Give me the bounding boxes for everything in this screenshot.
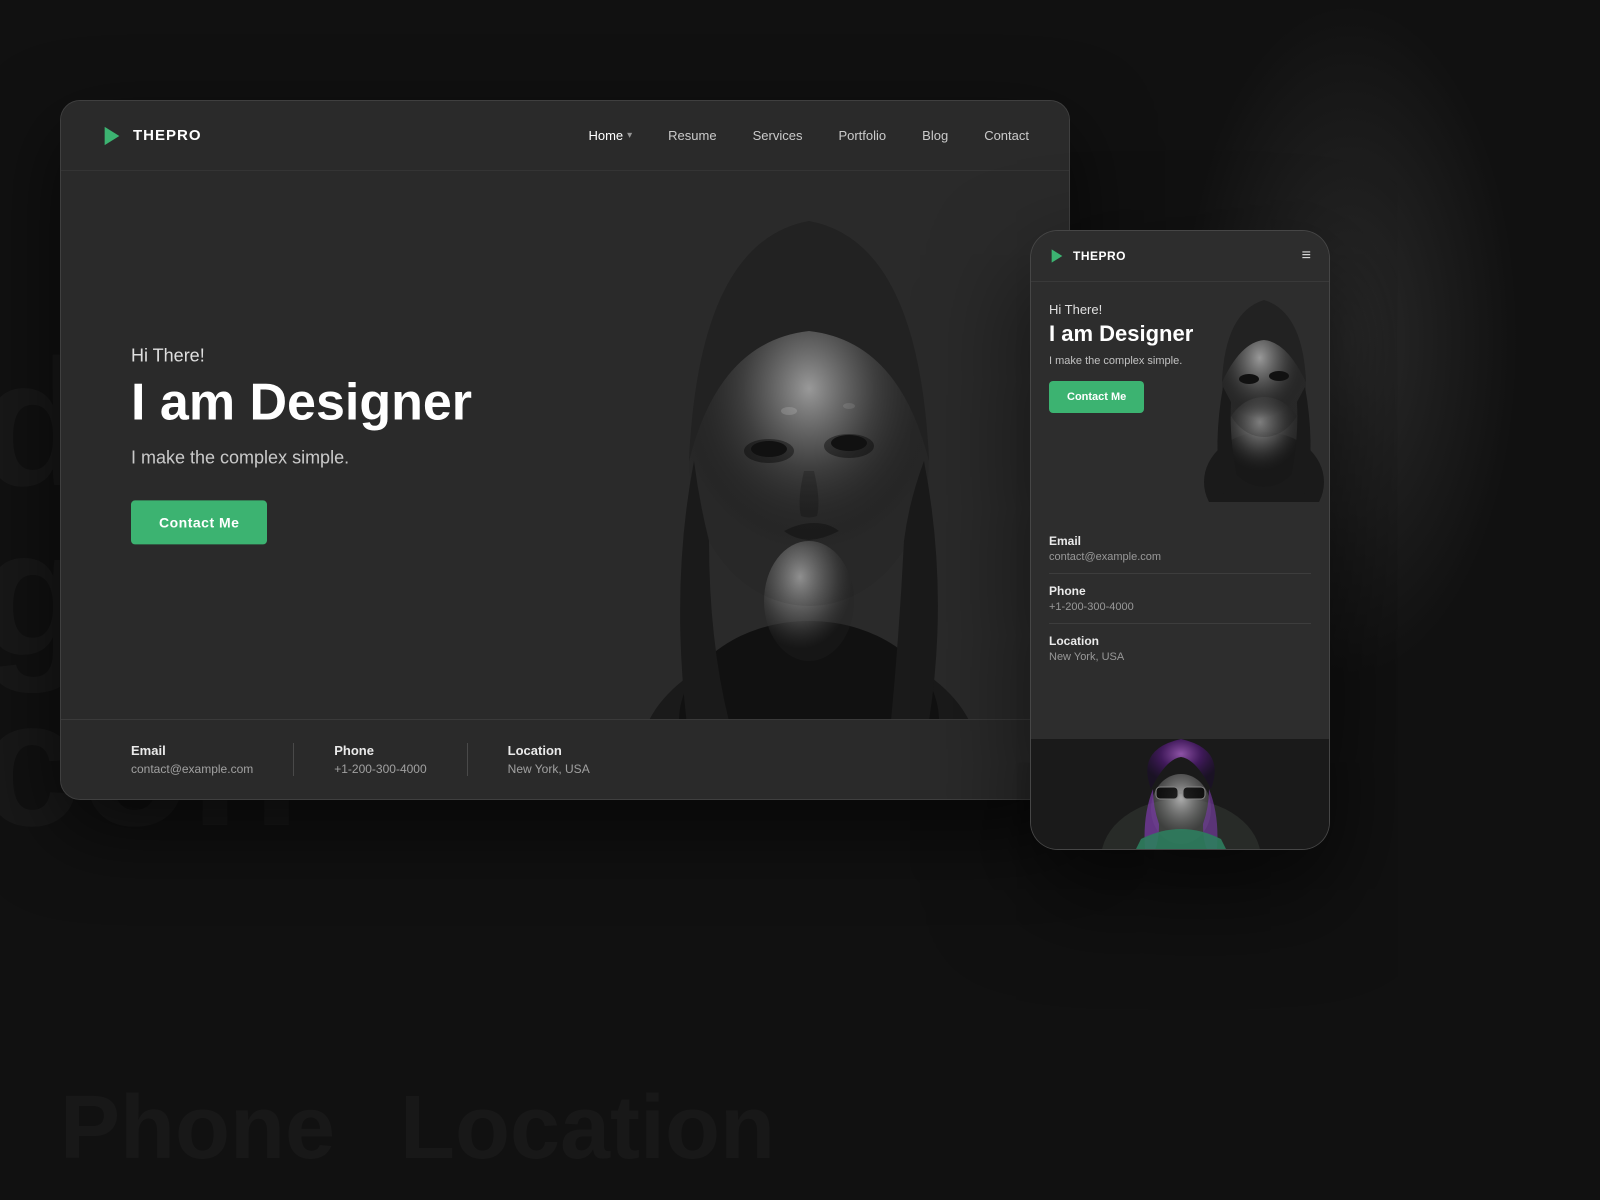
nav-link-blog[interactable]: Blog — [922, 128, 948, 143]
nav-link-home[interactable]: Home ▾ — [588, 128, 632, 143]
mobile-subline: I make the complex simple. — [1049, 355, 1311, 367]
mobile-bottom-image — [1031, 739, 1329, 849]
desktop-logo: THEPRO — [101, 125, 202, 147]
mobile-logo: THEPRO — [1049, 248, 1126, 264]
desktop-greeting: Hi There! — [131, 345, 472, 366]
footer-phone-label: Phone — [334, 743, 426, 758]
mobile-location-row: Location New York, USA — [1049, 624, 1311, 673]
mobile-mockup: THEPRO ≡ — [1030, 230, 1330, 850]
mobile-logo-icon — [1049, 248, 1065, 264]
mobile-navbar: THEPRO ≡ — [1031, 231, 1329, 282]
desktop-logo-text: THEPRO — [133, 127, 202, 144]
desktop-hero-image — [549, 171, 1069, 719]
footer-location-value: New York, USA — [508, 762, 590, 776]
mobile-email-row: Email contact@example.com — [1049, 524, 1311, 574]
desktop-hero-content: Hi There! I am Designer I make the compl… — [131, 345, 472, 544]
footer-phone-item: Phone +1-200-300-4000 — [334, 743, 467, 776]
desktop-mockup: THEPRO Home ▾ Resume Services Portfolio … — [60, 100, 1070, 800]
desktop-contact-button[interactable]: Contact Me — [131, 501, 267, 545]
mobile-logo-text: THEPRO — [1073, 249, 1126, 263]
mobile-hero-section: Hi There! I am Designer I make the compl… — [1031, 282, 1329, 512]
mobile-email-label: Email — [1049, 534, 1311, 548]
footer-location-item: Location New York, USA — [508, 743, 630, 776]
desktop-hero-section: Hi There! I am Designer I make the compl… — [61, 171, 1069, 719]
desktop-navbar: THEPRO Home ▾ Resume Services Portfolio … — [61, 101, 1069, 171]
mobile-email-value: contact@example.com — [1049, 551, 1311, 563]
mobile-hero-content: Hi There! I am Designer I make the compl… — [1049, 302, 1311, 413]
hamburger-menu-icon[interactable]: ≡ — [1302, 247, 1311, 265]
nav-link-resume[interactable]: Resume — [668, 128, 716, 143]
logo-icon — [101, 125, 123, 147]
mobile-location-value: New York, USA — [1049, 651, 1311, 663]
nav-link-services[interactable]: Services — [753, 128, 803, 143]
mobile-phone-label: Phone — [1049, 584, 1311, 598]
mobile-phone-row: Phone +1-200-300-4000 — [1049, 574, 1311, 624]
footer-email-label: Email — [131, 743, 253, 758]
nav-link-contact[interactable]: Contact — [984, 128, 1029, 143]
desktop-headline: I am Designer — [131, 374, 472, 431]
nav-link-portfolio[interactable]: Portfolio — [838, 128, 886, 143]
footer-phone-value: +1-200-300-4000 — [334, 762, 426, 776]
footer-email-value: contact@example.com — [131, 762, 253, 776]
dropdown-arrow-home: ▾ — [627, 130, 632, 141]
mobile-contact-button[interactable]: Contact Me — [1049, 381, 1144, 413]
mobile-headline: I am Designer — [1049, 321, 1311, 347]
desktop-footer-info: Email contact@example.com Phone +1-200-3… — [61, 719, 1069, 799]
footer-location-label: Location — [508, 743, 590, 758]
mobile-greeting: Hi There! — [1049, 302, 1311, 317]
footer-email-item: Email contact@example.com — [131, 743, 294, 776]
desktop-nav-links: Home ▾ Resume Services Portfolio Blog Co… — [588, 128, 1029, 143]
desktop-subline: I make the complex simple. — [131, 448, 472, 469]
mobile-phone-value: +1-200-300-4000 — [1049, 601, 1311, 613]
mobile-location-label: Location — [1049, 634, 1311, 648]
mobile-contact-info: Email contact@example.com Phone +1-200-3… — [1031, 512, 1329, 685]
